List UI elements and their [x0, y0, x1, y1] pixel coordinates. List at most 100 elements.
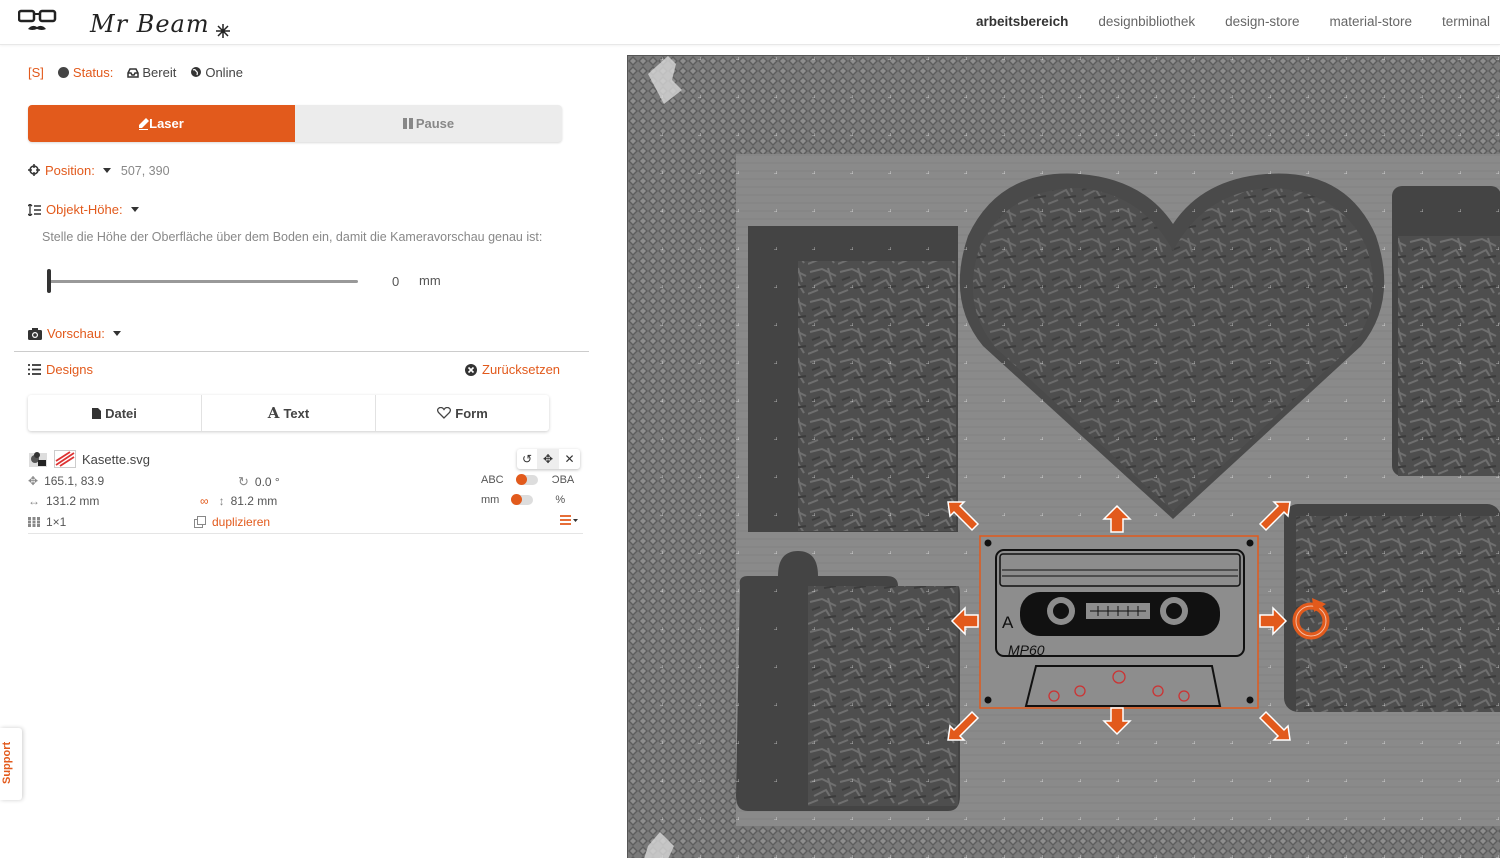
file-icon: [92, 407, 102, 419]
grid-row: 1×1: [28, 515, 66, 529]
crosshair-icon: [28, 164, 40, 176]
height-row: ∞ ↕ 81.2 mm: [200, 494, 277, 508]
add-design-bar: Datei A Text Form: [28, 395, 549, 431]
move-arrows-icon: ✥: [28, 474, 39, 488]
duplicate-row: duplizieren: [194, 515, 270, 529]
pause-button[interactable]: Pause: [295, 105, 562, 142]
copy-icon: [194, 516, 206, 528]
height-arrows-icon: ↕: [218, 494, 225, 508]
position-label: Position:: [45, 162, 95, 178]
add-file-button[interactable]: Datei: [28, 395, 202, 431]
control-panel: [S] Status: Bereit Online Laser Pause Po…: [0, 46, 610, 858]
item-rotation[interactable]: 0.0 °: [255, 475, 280, 489]
cassette-side-label: A: [1002, 613, 1014, 632]
preview-label: Vorschau:: [47, 326, 105, 341]
caret-down-icon: [102, 167, 111, 173]
inbox-icon: [127, 68, 140, 78]
logo-text: Mr Beam: [90, 10, 210, 38]
design-toolbar: ↺ ✥ ✕: [517, 449, 580, 469]
status-row: [S] Status: Bereit Online: [28, 65, 243, 80]
raster-thumbnail-icon: [29, 452, 47, 467]
add-file-label: Datei: [105, 405, 137, 421]
unit-right-label: %: [555, 494, 566, 506]
globe-icon: [191, 67, 202, 77]
support-tab[interactable]: Support: [0, 728, 22, 800]
height-label: Objekt-Höhe:: [46, 202, 123, 217]
duplicate-link[interactable]: duplizieren: [212, 515, 270, 529]
laser-spark-icon: [216, 24, 230, 38]
selected-design-cassette[interactable]: A MP60: [979, 535, 1259, 709]
position-value: 507, 390: [120, 164, 170, 178]
position-row: ✥ 165.1, 83.9: [28, 474, 104, 488]
designs-section[interactable]: Designs: [28, 362, 93, 377]
pause-label: Pause: [415, 116, 455, 131]
add-shape-button[interactable]: Form: [376, 395, 549, 431]
item-height[interactable]: 81.2 mm: [231, 494, 278, 508]
mirror-toggle[interactable]: [515, 474, 538, 485]
add-text-button[interactable]: A Text: [202, 395, 376, 431]
item-grid[interactable]: 1×1: [46, 515, 66, 529]
heart-icon: [437, 407, 452, 419]
nav-arbeitsbereich[interactable]: arbeitsbereich: [976, 14, 1068, 29]
rotate-icon[interactable]: ↺: [517, 449, 538, 469]
design-header: Kasette.svg: [28, 450, 150, 468]
section-divider: [14, 351, 589, 352]
camera-preview-image: A MP60: [628, 56, 1500, 858]
font-icon: A: [267, 404, 280, 422]
height-slider-track[interactable]: [48, 280, 358, 283]
mirror-row: ABC ƆBA: [481, 474, 574, 486]
unit-left-label: mm: [481, 494, 500, 506]
height-section[interactable]: Objekt-Höhe:: [28, 202, 139, 217]
status-label-wrap: Status:: [57, 65, 114, 80]
width-arrows-icon: ↔: [28, 494, 40, 508]
item-menu-button[interactable]: [560, 515, 578, 525]
unit-row: mm %: [481, 494, 565, 506]
reset-button[interactable]: Zurücksetzen: [465, 362, 560, 377]
add-text-label: Text: [283, 405, 310, 421]
designs-label: Designs: [46, 362, 93, 377]
height-slider-thumb[interactable]: [47, 269, 51, 293]
menu-caret-icon: [560, 515, 578, 525]
top-navbar: Mr Beam arbeitsbereich designbibliothek …: [0, 0, 1500, 45]
mode-switch: Laser Pause: [28, 105, 562, 142]
move-icon[interactable]: ✥: [538, 449, 559, 469]
nav-designbibliothek[interactable]: designbibliothek: [1098, 14, 1195, 29]
status-label: Status:: [72, 65, 114, 80]
caret-down-icon: [112, 331, 121, 336]
unit-toggle[interactable]: [511, 494, 534, 505]
status-state-wrap: Bereit: [127, 65, 176, 80]
nav-terminal[interactable]: terminal: [1442, 14, 1490, 29]
remove-icon[interactable]: ✕: [559, 449, 580, 469]
link-icon[interactable]: ∞: [200, 494, 209, 508]
height-list-icon: [28, 203, 41, 216]
height-value: 0: [392, 274, 400, 289]
vector-thumbnail-icon: [54, 450, 76, 468]
rotation-row: ↻ 0.0 °: [238, 474, 280, 490]
preview-section[interactable]: Vorschau:: [28, 326, 121, 341]
close-circle-icon: [465, 363, 477, 376]
camera-icon: [28, 327, 42, 340]
width-row: ↔ 131.2 mm: [28, 494, 99, 508]
laser-label: Laser: [149, 116, 184, 131]
shortcut-label[interactable]: [S]: [28, 65, 44, 80]
add-shape-label: Form: [455, 405, 488, 421]
cassette-model-label: MP60: [1008, 642, 1045, 658]
connection-state: Online: [205, 65, 243, 80]
laser-button[interactable]: Laser: [28, 105, 295, 142]
mirror-left-label: ABC: [481, 474, 504, 486]
pause-icon: [402, 118, 413, 129]
item-width[interactable]: 131.2 mm: [46, 494, 99, 508]
status-state: Bereit: [142, 65, 177, 80]
camera-workarea[interactable]: A MP60: [627, 55, 1500, 858]
design-list-item[interactable]: Kasette.svg ↺ ✥ ✕ ✥ 165.1, 83.9 ↻ 0.0 ° …: [28, 448, 583, 534]
item-position[interactable]: 165.1, 83.9: [44, 474, 104, 488]
mirror-right-label: ƆBA: [551, 474, 575, 486]
nav-design-store[interactable]: design-store: [1225, 14, 1299, 29]
mr-beam-logo[interactable]: Mr Beam: [17, 8, 238, 40]
caret-down-icon: [130, 207, 139, 212]
position-section[interactable]: Position: 507, 390: [28, 162, 170, 178]
design-filename[interactable]: Kasette.svg: [82, 452, 150, 467]
rotate-cw-icon: ↻: [238, 474, 249, 489]
nav-material-store[interactable]: material-store: [1329, 14, 1412, 29]
support-label: Support: [1, 741, 13, 784]
